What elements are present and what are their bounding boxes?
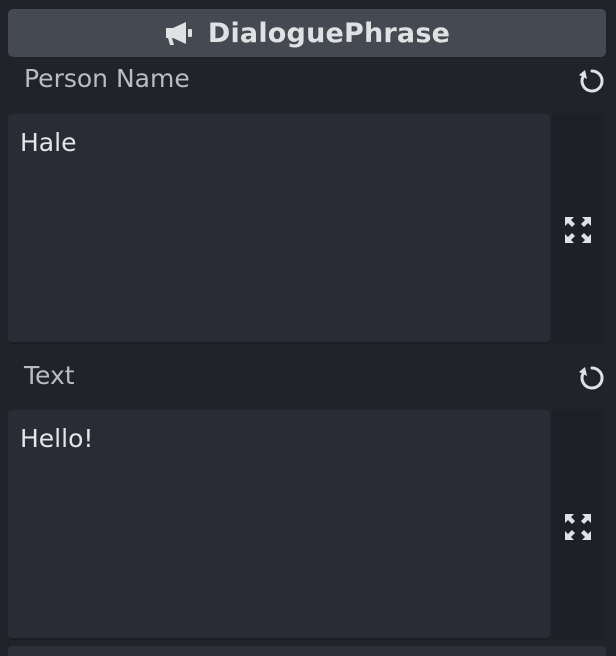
text-label: Text bbox=[24, 361, 75, 390]
revert-icon[interactable] bbox=[576, 362, 608, 394]
megaphone-icon bbox=[164, 20, 194, 46]
expand-icon[interactable] bbox=[562, 511, 594, 543]
next-section-header bbox=[8, 646, 606, 656]
person-name-label: Person Name bbox=[24, 64, 190, 93]
inspector-header: DialoguePhrase bbox=[8, 9, 606, 57]
expand-icon[interactable] bbox=[562, 214, 594, 246]
inspector-title: DialoguePhrase bbox=[207, 17, 451, 49]
person-name-textedit[interactable]: Hale bbox=[8, 114, 550, 344]
text-textedit[interactable]: Hello! bbox=[8, 410, 550, 640]
revert-icon[interactable] bbox=[576, 65, 608, 97]
